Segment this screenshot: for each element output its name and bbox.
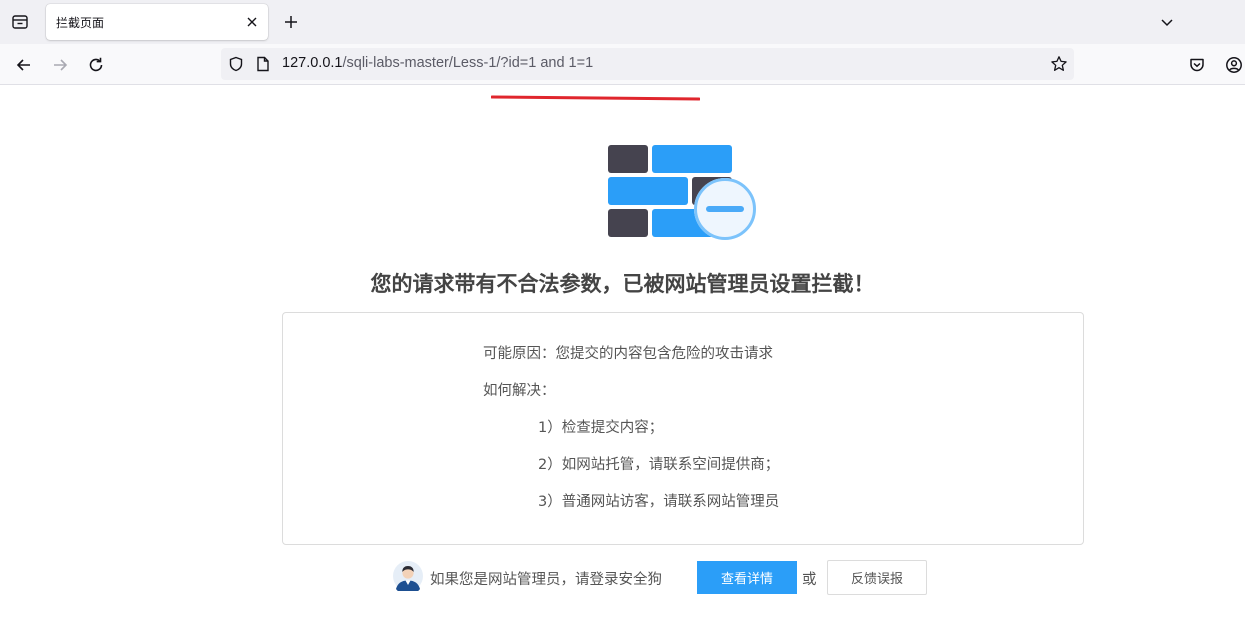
pocket-icon[interactable] <box>1185 53 1209 77</box>
tab-bar: 拦截页面 <box>0 0 1245 44</box>
solution-step: 1）检查提交内容； <box>538 420 664 436</box>
possible-cause: 可能原因：您提交的内容包含危险的攻击请求 <box>483 346 773 362</box>
page-title: 您的请求带有不合法参数，已被网站管理员设置拦截！ <box>370 272 875 296</box>
nav-bar: 127.0.0.1/sqli-labs-master/Less-1/?id=1 … <box>0 44 1245 85</box>
solution-step: 2）如网站托管，请联系空间提供商； <box>538 457 780 473</box>
tab-list-icon[interactable] <box>8 10 32 34</box>
annotation-underline <box>491 95 700 101</box>
chevron-down-icon[interactable] <box>1157 12 1177 32</box>
reason-box: 可能原因：您提交的内容包含危险的攻击请求 如何解决： 1）检查提交内容； 2）如… <box>282 312 1084 545</box>
or-text: 或 <box>802 572 817 588</box>
solution-step: 3）普通网站访客，请联系网站管理员 <box>538 494 780 510</box>
active-tab[interactable]: 拦截页面 <box>46 4 268 40</box>
arrow-right-icon[interactable] <box>48 53 72 77</box>
avatar <box>393 561 423 591</box>
reload-icon[interactable] <box>84 53 108 77</box>
close-icon[interactable] <box>244 14 260 30</box>
admin-hint: 如果您是网站管理员，请登录安全狗 <box>430 572 662 588</box>
report-false-positive-button[interactable]: 反馈误报 <box>827 560 927 595</box>
account-icon[interactable] <box>1222 53 1245 77</box>
url-path: /sqli-labs-master/Less-1/?id=1 and 1=1 <box>342 55 594 71</box>
firewall-icon <box>608 145 756 240</box>
star-icon[interactable] <box>1050 55 1068 73</box>
how-to-solve: 如何解决： <box>483 383 556 399</box>
page-icon[interactable] <box>255 55 271 73</box>
footer-actions: 如果您是网站管理员，请登录安全狗 查看详情 或 反馈误报 <box>393 560 953 596</box>
tab-title: 拦截页面 <box>56 16 105 30</box>
plus-icon[interactable] <box>280 11 302 33</box>
shield-icon[interactable] <box>227 55 245 73</box>
url-text[interactable]: 127.0.0.1/sqli-labs-master/Less-1/?id=1 … <box>282 55 593 71</box>
arrow-left-icon[interactable] <box>12 53 36 77</box>
url-bar[interactable]: 127.0.0.1/sqli-labs-master/Less-1/?id=1 … <box>221 48 1074 80</box>
view-details-button[interactable]: 查看详情 <box>697 561 797 594</box>
url-host: 127.0.0.1 <box>282 55 343 71</box>
